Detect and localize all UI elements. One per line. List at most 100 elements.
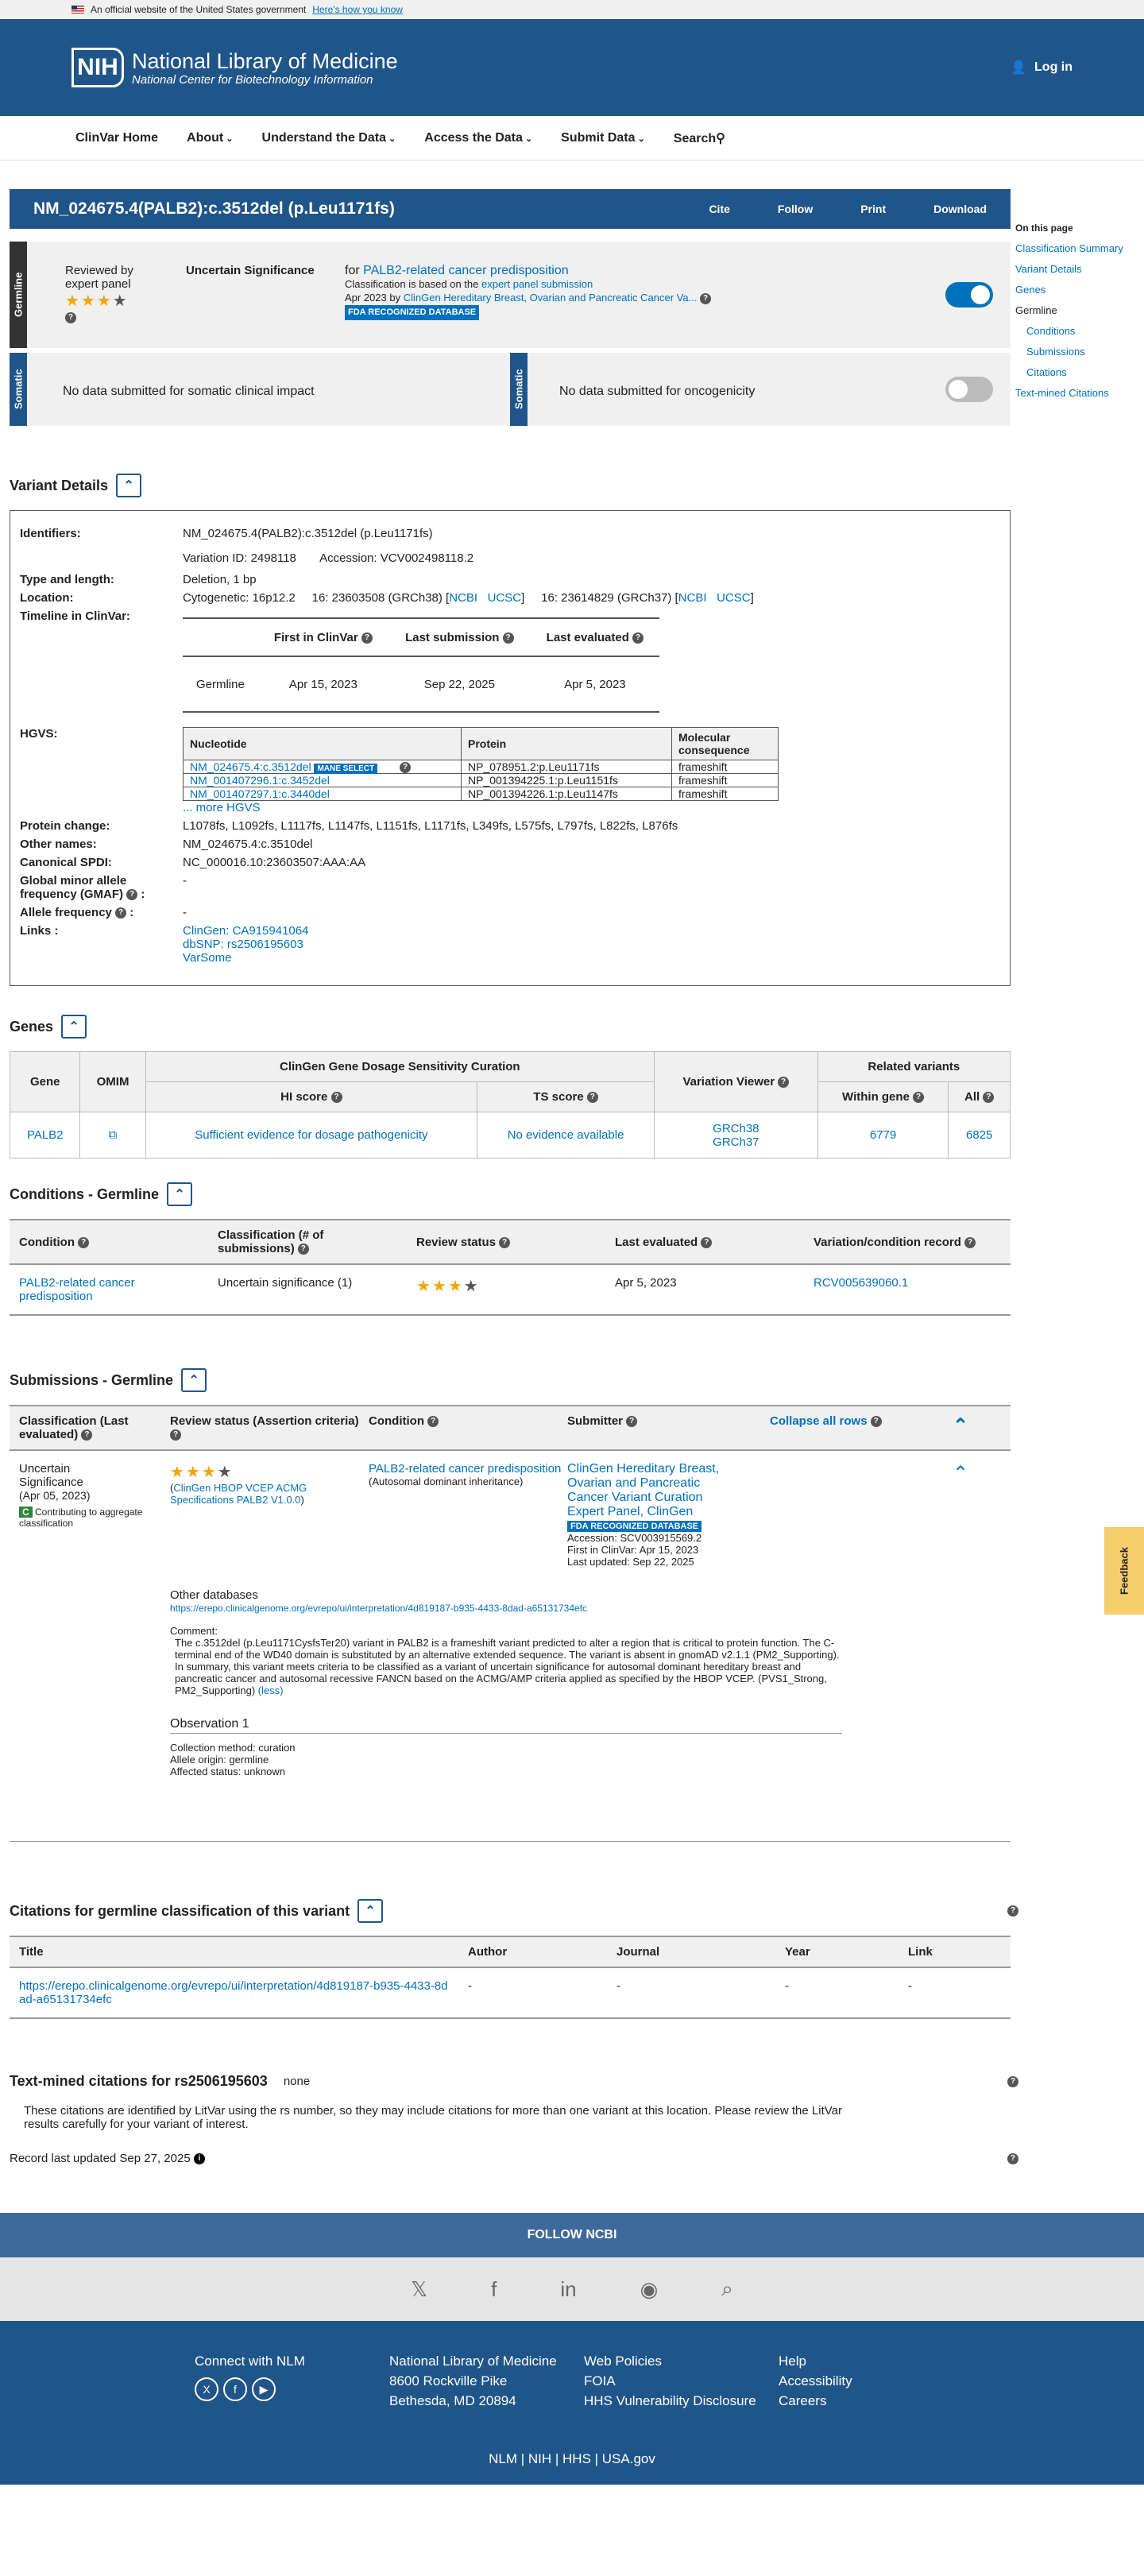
linkedin-icon[interactable]: in [560, 2277, 576, 2302]
help-icon[interactable]: ? [115, 907, 127, 919]
feedback-button[interactable]: Feedback [1104, 1527, 1144, 1615]
nav-submit[interactable]: Submit Data [561, 131, 645, 145]
footer-link[interactable]: FOIA [584, 2371, 779, 2391]
help-icon[interactable]: ? [913, 1092, 925, 1104]
help-icon[interactable]: ? [170, 1429, 181, 1441]
sub-submitter-link[interactable]: ClinGen Hereditary Breast, Ovarian and P… [567, 1462, 734, 1519]
ncbi-link[interactable]: NCBI [449, 591, 477, 605]
nav-search[interactable]: Search⚲ [674, 130, 725, 146]
github-icon[interactable]: ◉ [640, 2277, 659, 2302]
help-icon[interactable]: ? [700, 292, 712, 304]
help-icon[interactable]: ? [870, 1416, 882, 1428]
help-icon[interactable]: ? [361, 632, 373, 644]
help-icon[interactable]: ? [65, 312, 76, 324]
help-icon[interactable]: ? [499, 1236, 511, 1248]
footer-link[interactable]: Web Policies [584, 2351, 779, 2371]
footer-link[interactable]: Careers [779, 2391, 973, 2411]
nlm-address[interactable]: National Library of Medicine [389, 2354, 557, 2369]
help-icon[interactable]: ? [126, 889, 138, 901]
footer-link[interactable]: Help [779, 2351, 973, 2371]
help-icon[interactable]: ? [81, 1429, 93, 1441]
x-icon[interactable]: 𝕏 [411, 2277, 427, 2302]
help-icon[interactable]: ? [400, 762, 412, 774]
login-button[interactable]: 👤 Log in [1011, 60, 1072, 75]
collapse-icon[interactable]: ⌃ [61, 1015, 87, 1039]
x-icon[interactable]: X [195, 2377, 218, 2402]
help-icon[interactable]: ? [632, 632, 644, 644]
collapse-icon[interactable]: ⌃ [358, 1899, 384, 1924]
germline-toggle[interactable] [945, 282, 993, 307]
somatic-toggle[interactable] [945, 377, 993, 402]
condition-link[interactable]: PALB2-related cancer predisposition [19, 1276, 135, 1303]
collapse-icon[interactable]: ⌃ [116, 474, 142, 497]
help-icon[interactable]: ? [626, 1416, 638, 1428]
help-icon[interactable]: ? [330, 1092, 342, 1104]
hi-score-link[interactable]: Sufficient evidence for dosage pathogeni… [195, 1128, 427, 1142]
nav-access[interactable]: Access the Data [424, 131, 532, 145]
help-icon[interactable]: ? [586, 1092, 598, 1104]
side-item[interactable]: Classification Summary [1015, 238, 1142, 259]
nav-understand[interactable]: Understand the Data [262, 131, 396, 145]
side-item[interactable]: Variant Details [1015, 259, 1142, 280]
ts-score-link[interactable]: No evidence available [508, 1128, 624, 1142]
gene-link[interactable]: PALB2 [27, 1128, 64, 1142]
citation-link[interactable]: https://erepo.clinicalgenome.org/evrepo/… [19, 1979, 448, 2006]
ncbi-link[interactable]: NCBI [678, 591, 707, 605]
clingen-link[interactable]: ClinGen: CA915941064 [183, 924, 308, 938]
side-item[interactable]: Conditions [1015, 321, 1142, 342]
nav-clinvar-home[interactable]: ClinVar Home [75, 131, 158, 145]
side-item[interactable]: Genes [1015, 280, 1142, 300]
help-icon[interactable]: ? [778, 1077, 790, 1089]
help-icon[interactable]: ? [297, 1244, 309, 1255]
help-icon[interactable]: ? [78, 1236, 90, 1248]
criteria-link[interactable]: ClinGen HBOP VCEP ACMG Specifications PA… [170, 1482, 307, 1506]
rss-icon[interactable]: ⌕ [721, 2276, 733, 2302]
help-icon[interactable]: ? [964, 1236, 976, 1248]
all-link[interactable]: 6825 [966, 1128, 992, 1142]
dbsnp-link[interactable]: dbSNP: rs2506195603 [183, 938, 308, 951]
grch38-link[interactable]: GRCh38 [663, 1122, 810, 1135]
collapse-all-link[interactable]: Collapse all rows [770, 1414, 868, 1428]
collapse-icon[interactable]: ⌃ [181, 1368, 207, 1393]
footer-link[interactable]: HHS Vulnerability Disclosure [584, 2391, 779, 2411]
help-icon[interactable]: ? [983, 1092, 995, 1104]
hgvs-link[interactable]: NM_001407296.1:c.3452del [190, 774, 330, 787]
nlm-logo[interactable]: NIH National Library of Medicine National … [72, 48, 398, 87]
gov-banner-link[interactable]: Here's how you know [312, 4, 403, 15]
help-icon[interactable]: ? [1007, 2152, 1018, 2164]
collapse-icon[interactable]: ⌃ [167, 1182, 193, 1207]
help-icon[interactable]: ? [427, 1416, 439, 1428]
hgvs-link[interactable]: NM_024675.4:c.3512del [190, 760, 311, 773]
help-icon[interactable]: ? [1007, 2075, 1018, 2087]
download-button[interactable]: Download [933, 203, 987, 215]
submitter-link[interactable]: ClinGen Hereditary Breast, Ovarian and P… [404, 292, 698, 304]
rcv-link[interactable]: RCV005639060.1 [814, 1276, 908, 1290]
germline-condition-link[interactable]: PALB2-related cancer predisposition [363, 264, 569, 277]
help-icon[interactable]: ? [1007, 1905, 1018, 1917]
ucsc-link[interactable]: UCSC [717, 591, 751, 605]
ucsc-link[interactable]: UCSC [488, 591, 522, 605]
hgvs-link[interactable]: NM_001407297.1:c.3440del [190, 787, 330, 800]
chevron-up-icon[interactable]: ⌃ [953, 1462, 968, 1568]
within-gene-link[interactable]: 6779 [870, 1128, 896, 1142]
side-item[interactable]: Text-mined Citations [1015, 383, 1142, 404]
more-hgvs-link[interactable]: ... more HGVS [183, 801, 261, 814]
footer-bottom[interactable]: NLM | NIH | HHS | USA.gov [0, 2451, 1144, 2467]
print-button[interactable]: Print [860, 203, 886, 215]
facebook-icon[interactable]: f [491, 2277, 497, 2302]
chevron-up-icon[interactable]: ⌃ [953, 1414, 968, 1441]
facebook-icon[interactable]: f [223, 2377, 247, 2402]
other-db-link[interactable]: https://erepo.clinicalgenome.org/evrepo/… [170, 1603, 587, 1614]
follow-button[interactable]: Follow [778, 203, 813, 215]
nav-about[interactable]: About [187, 131, 233, 145]
external-link-icon[interactable]: ⧉ [109, 1128, 118, 1142]
help-icon[interactable]: ? [701, 1236, 713, 1248]
footer-link[interactable]: Accessibility [779, 2371, 973, 2391]
grch37-link[interactable]: GRCh37 [663, 1135, 810, 1149]
varsome-link[interactable]: VarSome [183, 951, 308, 965]
less-link[interactable]: (less) [258, 1684, 284, 1696]
cite-button[interactable]: Cite [709, 203, 729, 215]
info-icon[interactable]: i [193, 2152, 205, 2164]
side-item[interactable]: Submissions [1015, 342, 1142, 362]
sub-condition-link[interactable]: PALB2-related cancer predisposition [369, 1462, 561, 1476]
